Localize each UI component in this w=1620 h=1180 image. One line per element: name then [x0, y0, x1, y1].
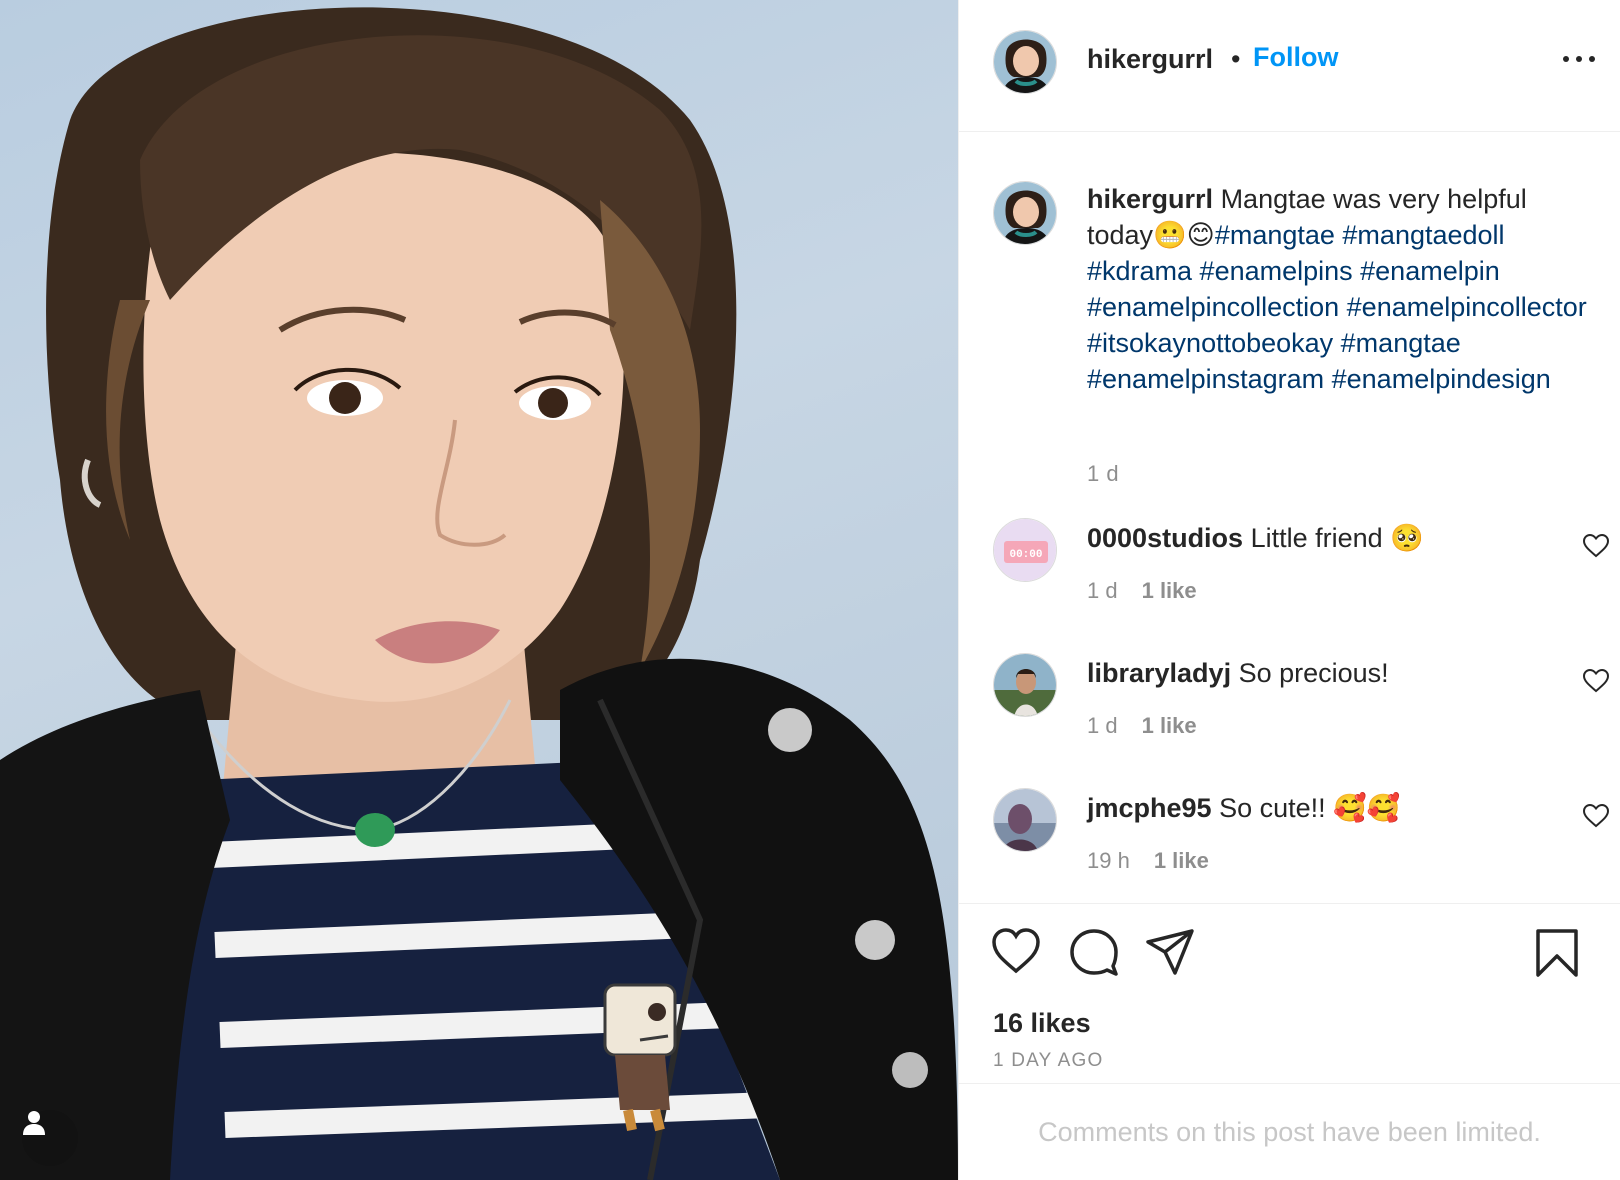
comment-meta: 1 d 1 like [1087, 713, 1197, 739]
commenter-avatar[interactable]: 00:00 [993, 518, 1057, 582]
comment-heart-icon[interactable] [1583, 534, 1609, 558]
post-actions: 16 likes 1 DAY AGO [959, 903, 1620, 1083]
post-side-panel: hikergurrl • Follow hikergurrl Mangtae w… [958, 0, 1620, 1180]
comment-text: jmcphe95 So cute!! 🥰🥰 [1087, 790, 1400, 826]
comment-username[interactable]: libraryladyj [1087, 658, 1231, 688]
selfie-illustration [0, 7, 958, 1180]
comment-time[interactable]: 19 h [1087, 848, 1130, 873]
comments-list[interactable]: hikergurrl Mangtae was very helpful toda… [959, 133, 1620, 903]
comment-body: So precious! [1238, 658, 1389, 688]
comment-body: Little friend 🥺 [1250, 523, 1424, 553]
comment-username[interactable]: 0000studios [1087, 523, 1243, 553]
commenter-avatar[interactable] [993, 653, 1057, 717]
comment-heart-icon[interactable] [1583, 669, 1609, 693]
comment-meta: 19 h 1 like [1087, 848, 1209, 874]
comments-limited-notice: Comments on this post have been limited. [959, 1083, 1620, 1180]
caption-text: hikergurrl Mangtae was very helpful toda… [1087, 181, 1597, 397]
author-avatar[interactable] [993, 30, 1057, 94]
comment-text: libraryladyj So precious! [1087, 655, 1389, 691]
comment-username[interactable]: jmcphe95 [1087, 793, 1212, 823]
comment-item: jmcphe95 So cute!! 🥰🥰 19 h 1 like [993, 788, 1609, 898]
comment-body: So cute!! 🥰🥰 [1219, 793, 1401, 823]
caption-username[interactable]: hikergurrl [1087, 184, 1213, 214]
heart-icon[interactable] [991, 928, 1041, 974]
comment-meta: 1 d 1 like [1087, 578, 1197, 604]
caption-timestamp[interactable]: 1 d [1087, 461, 1119, 487]
user-tag-icon [23, 1111, 45, 1135]
comment-likes[interactable]: 1 like [1142, 578, 1197, 603]
avatar-image: 00:00 [994, 519, 1056, 581]
post-timestamp[interactable]: 1 DAY AGO [993, 1050, 1103, 1072]
bookmark-icon[interactable] [1535, 928, 1579, 978]
separator-dot: • [1231, 44, 1241, 74]
comment-item: 00:00 0000studios Little friend 🥺 1 d 1 l… [993, 518, 1609, 628]
post-header: hikergurrl • Follow [959, 0, 1620, 132]
comment-heart-icon[interactable] [1583, 804, 1609, 828]
commenter-avatar[interactable] [993, 788, 1057, 852]
avatar-image [994, 182, 1056, 244]
likes-count[interactable]: 16 likes [993, 1008, 1091, 1039]
comment-icon[interactable] [1069, 928, 1119, 976]
comment-likes[interactable]: 1 like [1154, 848, 1209, 873]
more-options-icon[interactable] [1559, 44, 1599, 74]
avatar-logo-text: 00:00 [1009, 549, 1042, 561]
user-tag-button[interactable] [22, 1110, 78, 1166]
caption-author-avatar[interactable] [993, 181, 1057, 245]
comment-likes[interactable]: 1 like [1142, 713, 1197, 738]
comment-text: 0000studios Little friend 🥺 [1087, 520, 1424, 556]
author-username[interactable]: hikergurrl [1087, 44, 1213, 75]
avatar-image [994, 654, 1056, 716]
avatar-image [994, 31, 1056, 93]
share-icon[interactable] [1145, 928, 1195, 976]
avatar-image [994, 789, 1056, 851]
comment-time[interactable]: 1 d [1087, 578, 1118, 603]
comment-item: libraryladyj So precious! 1 d 1 like [993, 653, 1609, 763]
post-photo[interactable] [0, 0, 958, 1180]
follow-button[interactable]: Follow [1253, 42, 1338, 73]
comment-time[interactable]: 1 d [1087, 713, 1118, 738]
